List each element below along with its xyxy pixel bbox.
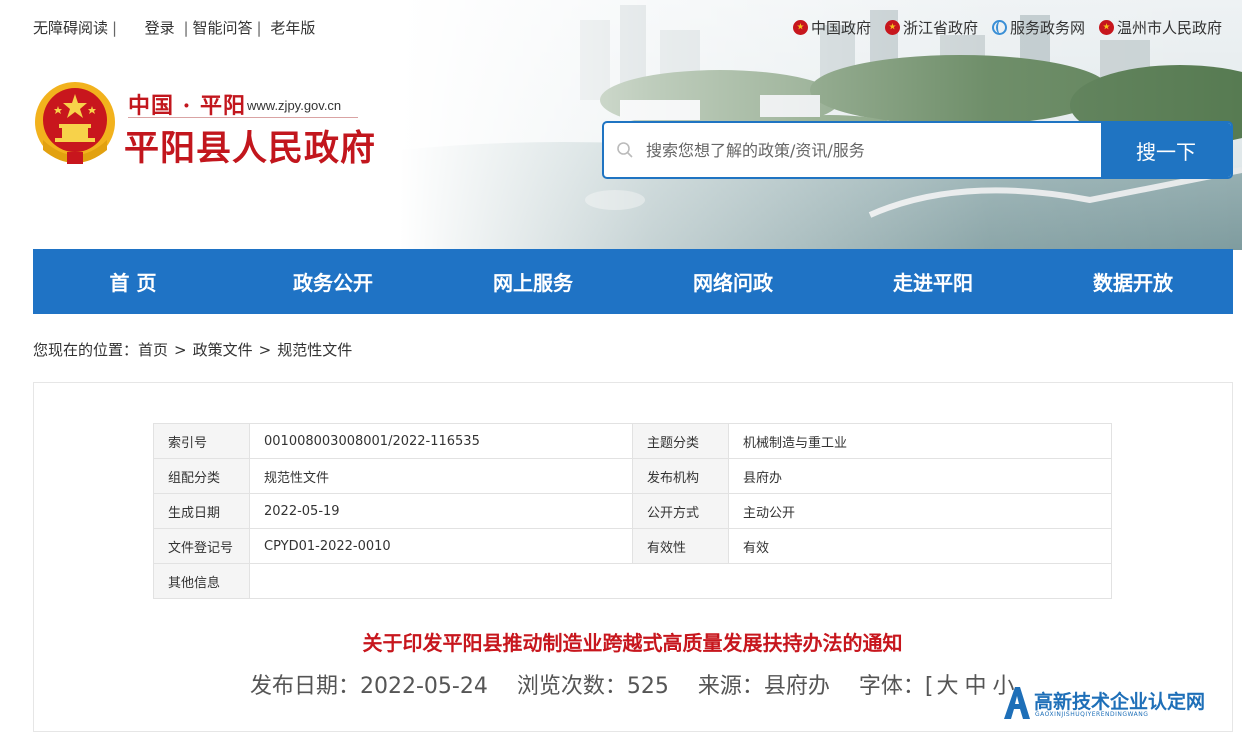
site-tagline: 中国 · 平阳	[128, 93, 246, 119]
source: 来源：县府办	[697, 674, 830, 699]
breadcrumb-normative[interactable]: 规范性文件	[277, 341, 352, 359]
smart-qa-link[interactable]: 智能问答	[193, 19, 253, 37]
search-icon	[604, 123, 646, 177]
meta-label: 其他信息	[153, 563, 250, 599]
font-medium-button[interactable]: 中	[964, 674, 986, 699]
breadcrumb: 您现在的位置：首页 > 政策文件 > 规范性文件	[33, 339, 352, 360]
login-link[interactable]: 登录	[145, 19, 175, 37]
logo-divider	[128, 117, 358, 118]
meta-label: 主题分类	[632, 423, 729, 459]
table-row: 生成日期 2022-05-19 公开方式 主动公开	[153, 493, 1112, 529]
meta-value: 001008003008001/2022-116535	[249, 423, 633, 459]
breadcrumb-separator: >	[258, 341, 272, 359]
table-row: 其他信息	[153, 563, 1112, 599]
link-wenzhou-gov[interactable]: 温州市人民政府	[1098, 17, 1222, 38]
nav-online-inquiry[interactable]: 网络问政	[633, 249, 833, 314]
national-emblem-icon[interactable]	[33, 80, 117, 166]
meta-value: 机械制造与重工业	[728, 423, 1112, 459]
meta-label: 生成日期	[153, 493, 250, 529]
meta-label: 文件登记号	[153, 528, 250, 564]
elder-mode-link[interactable]: 老年版	[270, 19, 315, 37]
divider: |	[112, 19, 118, 37]
meta-value: CPYD01-2022-0010	[249, 528, 633, 564]
emblem-icon	[792, 20, 808, 35]
nav-online-service[interactable]: 网上服务	[433, 249, 633, 314]
watermark-a-icon	[1004, 687, 1030, 719]
search-bar: 搜一下	[602, 121, 1233, 179]
accessibility-link[interactable]: 无障碍阅读	[33, 19, 108, 37]
main-nav: 首 页 政务公开 网上服务 网络问政 走进平阳 数据开放	[33, 249, 1233, 314]
meta-value: 有效	[728, 528, 1112, 564]
table-row: 文件登记号 CPYD01-2022-0010 有效性 有效	[153, 528, 1112, 564]
meta-label: 发布机构	[632, 458, 729, 494]
meta-value: 主动公开	[728, 493, 1112, 529]
emblem-icon	[884, 20, 900, 35]
view-count: 浏览次数：525	[516, 674, 669, 699]
table-row: 索引号 001008003008001/2022-116535 主题分类 机械制…	[153, 423, 1112, 459]
nav-gov-affairs[interactable]: 政务公开	[233, 249, 433, 314]
link-china-gov[interactable]: 中国政府	[792, 17, 871, 38]
meta-value: 县府办	[728, 458, 1112, 494]
font-large-button[interactable]: 大	[936, 674, 958, 699]
search-input[interactable]	[646, 123, 1101, 177]
watermark-text: 高新技术企业认定网	[1034, 691, 1206, 713]
nav-open-data[interactable]: 数据开放	[1033, 249, 1233, 314]
meta-value: 规范性文件	[249, 458, 633, 494]
meta-value	[249, 563, 1112, 599]
gov-links: 中国政府 浙江省政府 服务政务网 温州市人民政府	[792, 17, 1222, 38]
breadcrumb-policy[interactable]: 政策文件	[193, 341, 253, 359]
search-button[interactable]: 搜一下	[1101, 123, 1231, 177]
globe-icon	[991, 20, 1007, 35]
font-size-selector: 字体：[大中小	[859, 674, 1018, 699]
breadcrumb-separator: >	[174, 341, 187, 359]
link-service-portal[interactable]: 服务政务网	[991, 17, 1085, 38]
watermark-logo: 高新技术企业认定网 GAOXINJISHUQIYERENDINGWANG	[1000, 683, 1242, 723]
table-row: 组配分类 规范性文件 发布机构 县府办	[153, 458, 1112, 494]
breadcrumb-prefix: 您现在的位置：	[33, 341, 139, 359]
meta-label: 索引号	[153, 423, 250, 459]
top-utility-bar: 无障碍阅读 | 登录 | 智能问答 | 老年版	[33, 17, 315, 38]
meta-label: 组配分类	[153, 458, 250, 494]
publish-info: 发布日期：2022-05-24 浏览次数：525 来源：县府办 字体：[大中小	[250, 668, 1040, 700]
document-title: 关于印发平阳县推动制造业跨越式高质量发展扶持办法的通知	[362, 631, 903, 655]
nav-home[interactable]: 首 页	[33, 249, 233, 314]
watermark-subtext: GAOXINJISHUQIYERENDINGWANG	[1035, 711, 1149, 718]
meta-label: 有效性	[632, 528, 729, 564]
meta-value: 2022-05-19	[249, 493, 633, 529]
nav-about-pingyang[interactable]: 走进平阳	[833, 249, 1033, 314]
publish-date: 发布日期：2022-05-24	[250, 674, 488, 699]
meta-label: 公开方式	[632, 493, 729, 529]
document-meta-table: 索引号 001008003008001/2022-116535 主题分类 机械制…	[153, 423, 1112, 599]
emblem-icon	[1098, 20, 1114, 35]
divider: |	[183, 19, 189, 37]
font-size-label: 字体：[	[858, 674, 934, 699]
link-zhejiang-gov[interactable]: 浙江省政府	[884, 17, 978, 38]
breadcrumb-home[interactable]: 首页	[138, 341, 168, 359]
divider: |	[256, 19, 262, 37]
site-header: 无障碍阅读 | 登录 | 智能问答 | 老年版 中国政府 浙江省政府 服务政务网 温州…	[0, 0, 1242, 250]
site-url: www.zjpy.gov.cn	[247, 98, 342, 113]
site-title[interactable]: 平阳县人民政府	[124, 120, 376, 171]
